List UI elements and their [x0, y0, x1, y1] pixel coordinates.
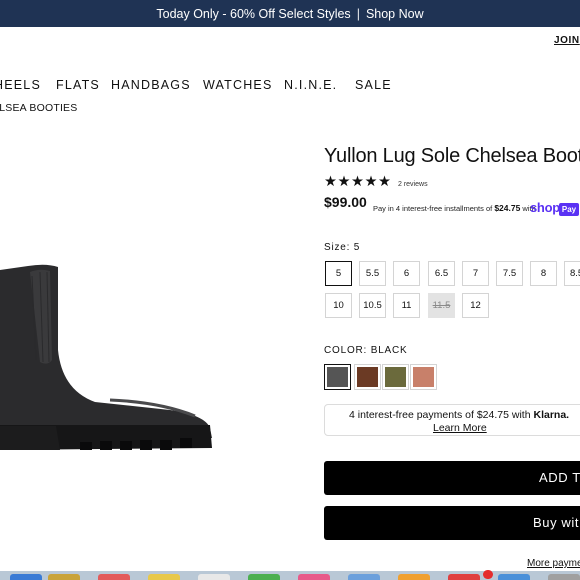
buy-with-shop-pay-button[interactable]: Buy with [324, 506, 580, 540]
size-option-8[interactable]: 8 [530, 261, 557, 286]
swatch-fill [357, 367, 378, 387]
dock-app-icon[interactable] [10, 574, 42, 580]
size-option-7[interactable]: 7 [462, 261, 489, 286]
dock-app-icon[interactable] [148, 574, 180, 580]
add-to-cart-button[interactable]: ADD TO [324, 461, 580, 495]
color-swatch-black[interactable] [324, 364, 351, 390]
dock-app-icon[interactable] [348, 574, 380, 580]
color-swatch-olive[interactable] [382, 364, 409, 390]
join-link[interactable]: JOIN [554, 35, 580, 46]
size-option-10-5[interactable]: 10.5 [359, 293, 386, 318]
add-to-cart-label: ADD TO [539, 470, 580, 485]
size-option-6-5[interactable]: 6.5 [428, 261, 455, 286]
more-payment-options-link[interactable]: More payme [527, 558, 580, 569]
dock-app-icon[interactable] [498, 574, 530, 580]
shop-now-link[interactable]: Shop Now [366, 7, 424, 21]
breadcrumb[interactable]: ELSEA BOOTIES [0, 102, 77, 114]
klarna-line: 4 interest-free payments of $24.75 with … [349, 409, 569, 421]
promo-text: Today Only - 60% Off Select Styles [156, 6, 351, 21]
swatch-fill [327, 367, 348, 387]
reviews-link[interactable]: 2 reviews [398, 181, 428, 188]
dock-app-icon[interactable] [448, 574, 480, 580]
klarna-logo: Klarna. [533, 409, 570, 421]
klarna-amount: $24.75 [476, 409, 509, 421]
nav-item-handbags[interactable]: HANDBAGS [111, 78, 191, 92]
dock-app-icon[interactable] [198, 574, 230, 580]
dock-app-icon[interactable] [398, 574, 430, 580]
rating-stars-icon[interactable]: ★★★★★ [324, 174, 392, 190]
size-option-10[interactable]: 10 [325, 293, 352, 318]
size-option-8-5[interactable]: 8.5 [564, 261, 580, 286]
buy-with-label: Buy with [533, 515, 580, 530]
dock-app-icon[interactable] [548, 574, 580, 580]
shop-pay-installments[interactable]: Pay in 4 interest-free installments of $… [373, 203, 536, 213]
color-label: COLOR: BLACK [324, 345, 408, 356]
klarna-with: with [511, 409, 531, 421]
klarna-text: 4 interest-free payments of [349, 409, 474, 421]
size-option-11-5: 11.5 [428, 293, 455, 318]
dock [0, 571, 580, 580]
shop-pay-logo: shop [530, 200, 560, 215]
nav-item-flats[interactable]: FLATS [56, 78, 100, 92]
swatch-fill [413, 367, 434, 387]
swatch-fill [385, 367, 406, 387]
size-option-5-5[interactable]: 5.5 [359, 261, 386, 286]
dock-app-icon[interactable] [248, 574, 280, 580]
promo-banner: Today Only - 60% Off Select Styles | Sho… [0, 0, 580, 27]
promo-separator: | [356, 6, 360, 21]
klarna-learn-more-link[interactable]: Learn More [433, 422, 487, 434]
size-option-6[interactable]: 6 [393, 261, 420, 286]
nav-item-sale[interactable]: SALE [355, 78, 392, 92]
size-option-11[interactable]: 11 [393, 293, 420, 318]
dock-app-icon[interactable] [48, 574, 80, 580]
color-swatch-blush[interactable] [410, 364, 437, 390]
installments-amount: $24.75 [494, 203, 521, 213]
nav-item-watches[interactable]: WATCHES [203, 78, 273, 92]
nav-item-heels[interactable]: HEELS [0, 78, 41, 92]
color-swatch-brown[interactable] [354, 364, 381, 390]
klarna-box: 4 interest-free payments of $24.75 with … [324, 404, 580, 436]
product-price: $99.00 [324, 194, 367, 210]
nav-item-nine[interactable]: N.I.N.E. [284, 78, 337, 92]
product-image [0, 264, 212, 450]
size-option-7-5[interactable]: 7.5 [496, 261, 523, 286]
notification-badge-icon [483, 570, 493, 579]
dock-app-icon[interactable] [298, 574, 330, 580]
dock-app-icon[interactable] [98, 574, 130, 580]
size-option-12[interactable]: 12 [462, 293, 489, 318]
size-option-5[interactable]: 5 [325, 261, 352, 286]
size-label: Size: 5 [324, 242, 361, 253]
product-title: Yullon Lug Sole Chelsea Bootie [324, 145, 580, 167]
shop-pay-badge: Pay [559, 203, 579, 216]
installments-text: Pay in 4 interest-free installments of [373, 204, 493, 213]
